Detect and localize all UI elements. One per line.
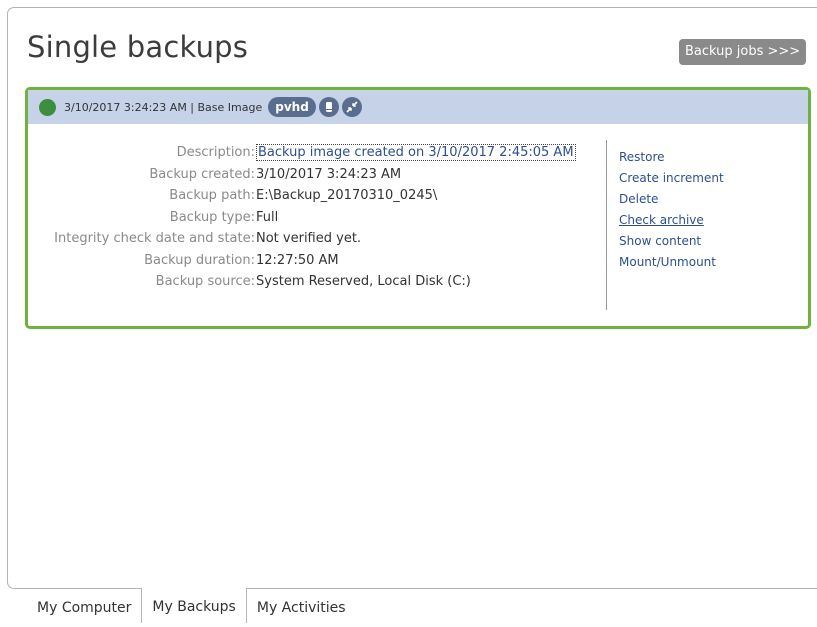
detail-label: Backup duration: (144, 252, 255, 268)
backup-card[interactable]: 3/10/2017 3:24:23 AM | Base Image pvhd D… (25, 87, 811, 329)
create-increment-link[interactable]: Create increment (619, 168, 724, 189)
restore-link[interactable]: Restore (619, 147, 724, 168)
tab-my-computer[interactable]: My Computer (27, 589, 141, 623)
detail-label: Backup source: (155, 274, 255, 290)
format-badge: pvhd (268, 97, 316, 117)
backup-jobs-button[interactable]: Backup jobs >>> (679, 39, 807, 65)
detail-row-duration: Backup duration: 12:27:50 AM (28, 250, 601, 272)
detail-row-path: Backup path: E:\Backup_20170310_0245\ (28, 185, 601, 207)
tab-my-backups[interactable]: My Backups (141, 588, 247, 623)
bottom-tabs: My Computer My Backups My Activities (27, 588, 356, 623)
detail-value: 3/10/2017 3:24:23 AM (256, 166, 402, 182)
detail-label: Backup type: (169, 209, 255, 225)
detail-value: E:\Backup_20170310_0245\ (256, 188, 438, 204)
detail-label: Integrity check date and state: (54, 231, 255, 247)
detail-row-type: Backup type: Full (28, 207, 601, 229)
detail-value: 12:27:50 AM (256, 252, 339, 268)
disk-icon (318, 97, 339, 117)
detail-value: System Reserved, Local Disk (C:) (256, 274, 471, 290)
detail-row-description: Description: Backup image created on 3/1… (28, 142, 601, 164)
page-title: Single backups (27, 30, 249, 64)
backup-actions: Restore Create increment Delete Check ar… (619, 147, 724, 273)
detail-value: Not verified yet. (256, 231, 362, 247)
detail-label: Description: (176, 145, 255, 161)
detail-label: Backup created: (149, 166, 255, 182)
tab-my-activities[interactable]: My Activities (247, 589, 356, 623)
check-archive-link[interactable]: Check archive (619, 210, 724, 231)
description-link[interactable]: Backup image created on 3/10/2017 2:45:0… (256, 144, 576, 162)
column-divider (606, 140, 607, 310)
detail-value: Full (256, 209, 279, 225)
mount-unmount-link[interactable]: Mount/Unmount (619, 252, 724, 273)
show-content-link[interactable]: Show content (619, 231, 724, 252)
backup-header-text: 3/10/2017 3:24:23 AM | Base Image (64, 100, 263, 114)
detail-row-created: Backup created: 3/10/2017 3:24:23 AM (28, 164, 601, 186)
compress-icon (341, 97, 362, 117)
detail-row-source: Backup source: System Reserved, Local Di… (28, 271, 601, 293)
detail-row-integrity: Integrity check date and state: Not veri… (28, 228, 601, 250)
backup-details: Description: Backup image created on 3/1… (28, 142, 601, 293)
delete-link[interactable]: Delete (619, 189, 724, 210)
status-indicator (39, 98, 56, 116)
detail-label: Backup path: (169, 188, 255, 204)
backup-card-header[interactable]: 3/10/2017 3:24:23 AM | Base Image pvhd (28, 90, 808, 124)
